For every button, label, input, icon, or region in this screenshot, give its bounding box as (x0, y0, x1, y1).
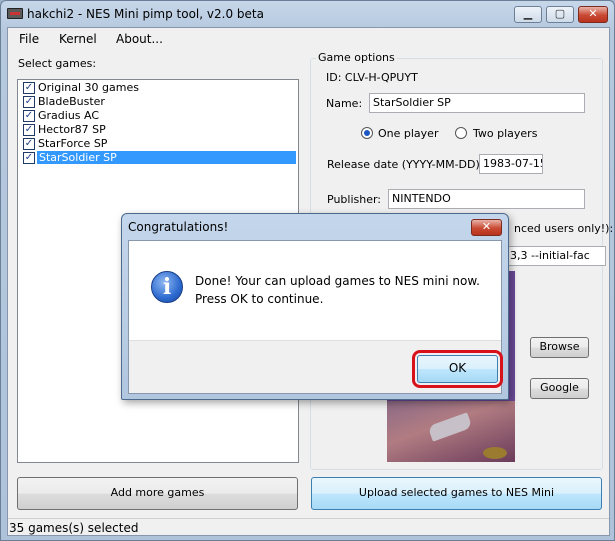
dialog-title: Congratulations! (128, 220, 229, 234)
close-button[interactable]: ✕ (578, 6, 608, 23)
browse-button[interactable]: Browse (530, 337, 589, 358)
game-label: StarSoldier SP (37, 151, 296, 164)
publisher-label: Publisher: (327, 193, 382, 206)
minimize-button[interactable]: ▁ (514, 6, 542, 23)
one-player-radio[interactable] (361, 127, 373, 139)
game-label: Gradius AC (38, 109, 100, 122)
name-field[interactable]: StarSoldier SP (369, 93, 585, 113)
menu-file[interactable]: File (19, 32, 39, 46)
release-date-field[interactable]: 1983-07-15 (479, 154, 543, 174)
title-bar: hakchi2 - NES Mini pimp tool, v2.0 beta … (1, 1, 614, 27)
dialog-body: i Done! Your can upload games to NES min… (128, 240, 503, 394)
game-label: StarForce SP (38, 137, 108, 150)
game-checkbox[interactable]: ✓ (23, 124, 35, 136)
game-checkbox[interactable]: ✓ (23, 96, 35, 108)
game-checkbox[interactable]: ✓ (23, 82, 35, 94)
maximize-button[interactable]: ▢ (546, 6, 574, 23)
status-bar: 35 games(s) selected (8, 518, 609, 535)
dialog-message-line-2: Press OK to continue. (195, 292, 324, 306)
menu-kernel[interactable]: Kernel (59, 32, 97, 46)
game-label: BladeBuster (38, 95, 105, 108)
dialog-close-button[interactable]: ✕ (471, 219, 502, 236)
google-button[interactable]: Google (530, 378, 589, 399)
dialog-footer: OK (129, 340, 503, 393)
menu-bar: File Kernel About... (8, 28, 609, 50)
nes-console-icon (7, 8, 23, 19)
status-text: 35 games(s) selected (9, 521, 139, 535)
list-item[interactable]: ✓ StarForce SP (19, 137, 297, 151)
game-label: Hector87 SP (38, 123, 106, 136)
cover-badge (483, 447, 507, 459)
release-date-label: Release date (YYYY-MM-DD) (327, 158, 480, 171)
info-icon: i (151, 271, 183, 303)
list-item[interactable]: ✓ BladeBuster (19, 95, 297, 109)
game-checkbox[interactable]: ✓ (23, 152, 35, 164)
list-item[interactable]: ✓ Original 30 games (19, 81, 297, 95)
main-window: hakchi2 - NES Mini pimp tool, v2.0 beta … (0, 0, 615, 541)
command-line-field[interactable]: 3,3 --initial-fac (506, 246, 606, 266)
upload-games-button[interactable]: Upload selected games to NES Mini (311, 477, 602, 510)
two-players-radio[interactable] (455, 127, 467, 139)
game-checkbox[interactable]: ✓ (23, 110, 35, 122)
add-more-games-button[interactable]: Add more games (17, 477, 298, 510)
ok-button[interactable]: OK (417, 355, 498, 383)
command-line-label: nced users only!): (514, 222, 614, 235)
dialog-message-line-1: Done! Your can upload games to NES mini … (195, 274, 480, 288)
game-id: ID: CLV-H-QPUYT (326, 71, 418, 84)
name-label: Name: (326, 97, 363, 110)
congratulations-dialog: Congratulations! ✕ i Done! Your can uplo… (121, 213, 509, 400)
one-player-label: One player (378, 127, 439, 140)
list-item[interactable]: ✓ Hector87 SP (19, 123, 297, 137)
two-players-label: Two players (473, 127, 538, 140)
game-label: Original 30 games (38, 81, 139, 94)
publisher-field[interactable]: NINTENDO (388, 189, 585, 209)
list-item[interactable]: ✓ Gradius AC (19, 109, 297, 123)
select-games-label: Select games: (18, 57, 97, 70)
list-item-selected[interactable]: ✓ StarSoldier SP (19, 151, 297, 165)
menu-about[interactable]: About... (116, 32, 163, 46)
game-options-title: Game options (316, 51, 397, 64)
game-checkbox[interactable]: ✓ (23, 138, 35, 150)
window-title: hakchi2 - NES Mini pimp tool, v2.0 beta (27, 7, 264, 21)
